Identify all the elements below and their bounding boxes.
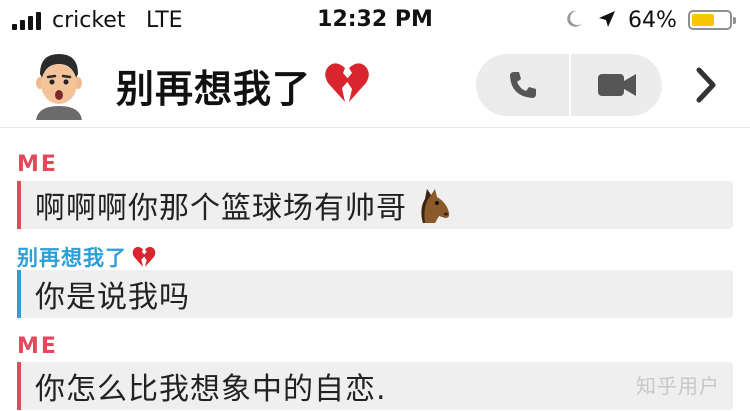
- chevron-right-icon: [696, 67, 716, 103]
- message-sender: 别再想我了: [17, 242, 157, 272]
- battery-fill: [692, 14, 715, 26]
- message-text: 你是说我吗: [35, 280, 190, 315]
- moon-icon: [567, 10, 582, 27]
- message-sender: ME: [17, 334, 58, 359]
- video-camera-icon: [597, 74, 636, 96]
- battery-percent: 64%: [628, 8, 677, 33]
- message-text: 你怎么比我想象中的自恋.: [35, 372, 387, 407]
- location-arrow-icon: [599, 11, 615, 27]
- chat-message[interactable]: 你是说我吗: [17, 270, 733, 318]
- battery-icon: [688, 10, 736, 30]
- chat-message[interactable]: 啊啊啊你那个篮球场有帅哥: [17, 181, 733, 229]
- horse-face-icon: [421, 189, 450, 223]
- call-button-group: [476, 54, 662, 116]
- message-text: 啊啊啊你那个篮球场有帅哥: [35, 191, 407, 226]
- message-sender: ME: [17, 152, 58, 177]
- watermark: 知乎用户: [636, 374, 720, 398]
- phone-icon: [509, 72, 536, 98]
- chat-details-button[interactable]: [686, 62, 726, 108]
- broken-heart-icon: [132, 246, 156, 267]
- video-call-button[interactable]: [571, 54, 662, 116]
- chat-message[interactable]: 你怎么比我想象中的自恋.: [17, 362, 733, 410]
- avatar-icon[interactable]: [28, 50, 90, 120]
- chat-title: 别再想我了: [116, 67, 312, 111]
- status-bar: cricket LTE 12:32 PM 64%: [0, 0, 750, 42]
- voice-call-button[interactable]: [476, 54, 569, 116]
- broken-heart-icon: [325, 63, 369, 102]
- chat-header: 别再想我了: [0, 42, 750, 128]
- message-sender-name: 别再想我了: [17, 246, 127, 270]
